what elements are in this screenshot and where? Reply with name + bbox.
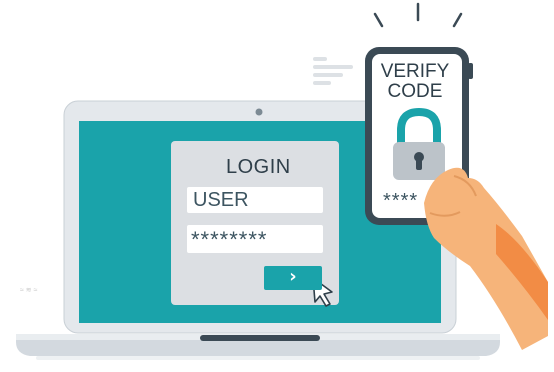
verify-code-heading: VERIFY CODE: [380, 61, 450, 102]
illustration: LOGIN USER ******** › VERIFY CODE **** ≈…: [0, 0, 554, 372]
username-field[interactable]: USER: [187, 187, 323, 213]
scene-art: [16, 2, 548, 360]
message-lines-icon: [313, 57, 353, 85]
watermark: ≈ ≋ ≈: [20, 287, 38, 294]
signal-icon: [373, 2, 463, 28]
submit-button[interactable]: ›: [264, 266, 322, 290]
code-mask: ****: [383, 190, 419, 212]
login-title: LOGIN: [226, 156, 291, 178]
password-field[interactable]: ********: [187, 225, 323, 253]
